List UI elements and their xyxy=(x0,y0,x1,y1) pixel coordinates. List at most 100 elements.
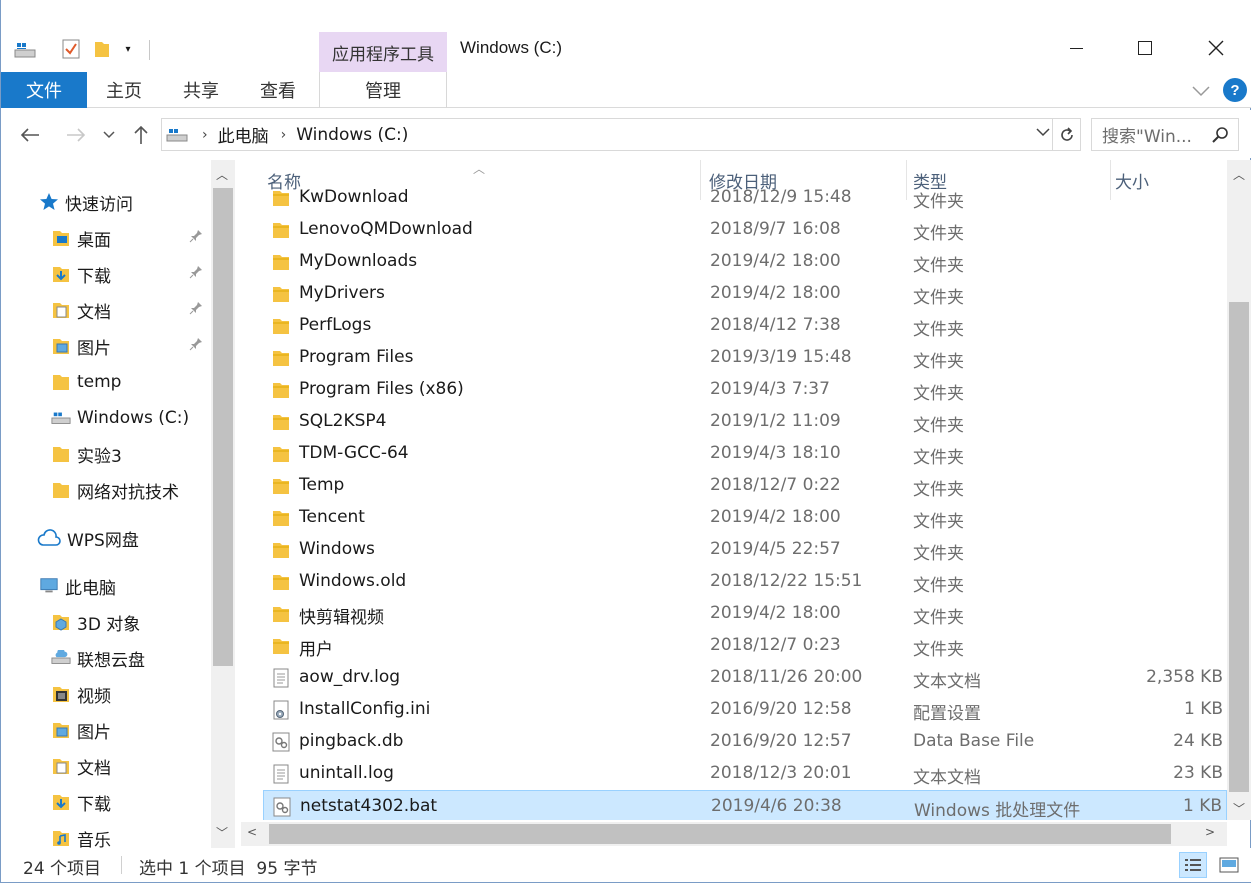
file-row[interactable]: netstat4302.bat 2019/4/6 20:38 Windows 批处理… xyxy=(263,790,1227,820)
sidebar-item-pc[interactable]: 图片 xyxy=(51,713,237,747)
file-row[interactable]: MyDrivers 2019/4/2 18:00 文件夹 xyxy=(263,278,1227,310)
file-date: 2019/4/6 20:38 xyxy=(711,796,842,816)
maximize-icon xyxy=(1138,41,1152,55)
selection-info: 选中 1 个项目 95 字节 xyxy=(139,859,318,879)
breadcrumb-drive-c[interactable]: Windows (C:) xyxy=(296,125,408,145)
sidebar-item-quick[interactable]: 网络对抗技术 xyxy=(51,473,237,507)
sidebar-item-quick[interactable]: Windows (C:) xyxy=(51,401,237,435)
search-icon[interactable] xyxy=(1212,126,1230,144)
address-bar[interactable]: › 此电脑 › Windows (C:) xyxy=(161,118,1081,151)
minimize-button[interactable] xyxy=(1053,30,1099,66)
scroll-down-icon[interactable]: ﹀ xyxy=(1233,800,1245,817)
scrollbar-thumb[interactable] xyxy=(213,188,233,666)
breadcrumb-this-pc[interactable]: 此电脑 xyxy=(218,122,269,147)
new-folder-icon[interactable] xyxy=(93,38,111,60)
file-row[interactable]: InstallConfig.ini 2016/9/20 12:58 配置设置 1 KB xyxy=(263,694,1227,726)
tab-view[interactable]: 查看 xyxy=(241,72,315,108)
tab-file[interactable]: 文件 xyxy=(1,72,87,108)
file-type: 文件夹 xyxy=(913,256,964,276)
file-row[interactable]: aow_drv.log 2018/11/26 20:00 文本文档 2,358 KB xyxy=(263,662,1227,694)
sidebar-item-label: 音乐 xyxy=(77,830,111,849)
sidebar-item-quick[interactable]: 实验3 xyxy=(51,437,237,471)
file-row[interactable]: PerfLogs 2018/4/12 7:38 文件夹 xyxy=(263,310,1227,342)
expand-ribbon-icon[interactable] xyxy=(1191,82,1213,98)
file-date: 2019/4/2 18:00 xyxy=(710,251,841,271)
sidebar-item-quick[interactable]: 文档 xyxy=(51,293,237,327)
file-row[interactable]: LenovoQMDownload 2018/9/7 16:08 文件夹 xyxy=(263,214,1227,246)
sidebar-scrollbar[interactable]: ︿ ﹀ xyxy=(211,160,235,848)
sidebar-item-pc[interactable]: 下载 xyxy=(51,785,237,819)
sidebar-this-pc[interactable]: 此电脑 xyxy=(39,569,237,603)
search-input[interactable]: 搜索"Win... xyxy=(1091,118,1239,151)
maximize-button[interactable] xyxy=(1122,30,1168,66)
file-list-horizontal-scrollbar[interactable]: < > xyxy=(241,822,1227,846)
file-date: 2018/12/7 0:22 xyxy=(710,475,841,495)
file-list-vertical-scrollbar[interactable]: ︿ ﹀ xyxy=(1227,160,1251,820)
sidebar-item-quick[interactable]: 桌面 xyxy=(51,221,237,255)
scroll-up-icon[interactable]: ︿ xyxy=(1233,166,1245,183)
large-icons-view-button[interactable] xyxy=(1215,852,1243,878)
drive-icon[interactable] xyxy=(13,40,37,60)
navigation-pane: 快速访问 桌面 下载 文档 图片 temp Windows (C:) 实验3 网络对抗技术 W… xyxy=(1,160,237,848)
sidebar-wps[interactable]: WPS网盘 xyxy=(37,521,237,555)
close-button[interactable] xyxy=(1193,30,1239,66)
sidebar-item-quick[interactable]: 图片 xyxy=(51,329,237,363)
folder-icon xyxy=(271,508,291,528)
properties-icon[interactable] xyxy=(61,38,81,60)
scroll-right-icon[interactable]: > xyxy=(1205,825,1215,839)
folder-icon xyxy=(51,372,71,392)
scrollbar-thumb[interactable] xyxy=(269,824,1171,844)
file-row[interactable]: Windows.old 2018/12/22 15:51 文件夹 xyxy=(263,566,1227,598)
folder-icon xyxy=(271,444,291,464)
sidebar-item-quick[interactable]: temp xyxy=(51,365,237,399)
file-date: 2018/9/7 16:08 xyxy=(710,219,841,239)
forward-button[interactable] xyxy=(63,122,89,148)
file-row[interactable]: Program Files 2019/3/19 15:48 文件夹 xyxy=(263,342,1227,374)
computer-icon xyxy=(39,576,59,596)
tab-manage[interactable]: 管理 xyxy=(319,72,447,108)
sidebar-item-pc[interactable]: 视频 xyxy=(51,677,237,711)
recent-locations-icon[interactable] xyxy=(99,122,119,148)
sidebar-item-label: Windows (C:) xyxy=(77,408,190,428)
file-row[interactable]: 快剪辑视频 2019/4/2 18:00 文件夹 xyxy=(263,598,1227,630)
folder-icon xyxy=(271,476,291,496)
cloud-icon xyxy=(37,528,61,548)
file-row[interactable]: KwDownload 2018/12/9 15:48 文件夹 xyxy=(263,182,1227,214)
sidebar-item-pc[interactable]: 音乐 xyxy=(51,821,237,848)
scrollbar-thumb[interactable] xyxy=(1229,302,1249,792)
scroll-left-icon[interactable]: < xyxy=(247,825,257,839)
sidebar-quick-access[interactable]: 快速访问 xyxy=(39,185,237,219)
file-row[interactable]: Windows 2019/4/5 22:57 文件夹 xyxy=(263,534,1227,566)
tab-share[interactable]: 共享 xyxy=(161,72,241,108)
help-button[interactable]: ? xyxy=(1223,78,1247,102)
file-row[interactable]: TDM-GCC-64 2019/4/3 18:10 文件夹 xyxy=(263,438,1227,470)
refresh-button[interactable] xyxy=(1052,119,1080,150)
file-row[interactable]: Tencent 2019/4/2 18:00 文件夹 xyxy=(263,502,1227,534)
details-view-button[interactable] xyxy=(1179,852,1207,878)
sidebar-item-pc[interactable]: 3D 对象 xyxy=(51,605,237,639)
sidebar-item-label: 文档 xyxy=(77,302,111,323)
address-dropdown-icon[interactable] xyxy=(1036,126,1050,140)
up-button[interactable] xyxy=(128,122,154,148)
minimize-icon xyxy=(1069,47,1083,49)
scroll-up-icon[interactable]: ︿ xyxy=(216,166,228,183)
file-row[interactable]: MyDownloads 2019/4/2 18:00 文件夹 xyxy=(263,246,1227,278)
file-date: 2019/4/3 18:10 xyxy=(710,443,841,463)
file-row[interactable]: pingback.db 2016/9/20 12:57 Data Base File… xyxy=(263,726,1227,758)
sort-ascending-icon: ︿ xyxy=(473,162,486,176)
sidebar-item-quick[interactable]: 下载 xyxy=(51,257,237,291)
tab-home[interactable]: 主页 xyxy=(87,72,161,108)
file-row[interactable]: Program Files (x86) 2019/4/3 7:37 文件夹 xyxy=(263,374,1227,406)
scroll-down-icon[interactable]: ﹀ xyxy=(216,824,228,841)
file-row[interactable]: 用户 2018/12/7 0:23 文件夹 xyxy=(263,630,1227,662)
quick-access-dropdown-icon[interactable]: ▾ xyxy=(121,42,135,56)
file-row[interactable]: SQL2KSP4 2019/1/2 11:09 文件夹 xyxy=(263,406,1227,438)
file-row[interactable]: unintall.log 2018/12/3 20:01 文本文档 23 KB xyxy=(263,758,1227,790)
sidebar-item-pc[interactable]: 联想云盘 xyxy=(51,641,237,675)
context-tab-header: 应用程序工具 xyxy=(319,32,447,72)
sidebar-item-label: 图片 xyxy=(77,722,111,743)
file-row[interactable]: Temp 2018/12/7 0:22 文件夹 xyxy=(263,470,1227,502)
sidebar-item-pc[interactable]: 文档 xyxy=(51,749,237,783)
back-button[interactable] xyxy=(17,122,43,148)
file-date: 2019/4/2 18:00 xyxy=(710,603,841,623)
